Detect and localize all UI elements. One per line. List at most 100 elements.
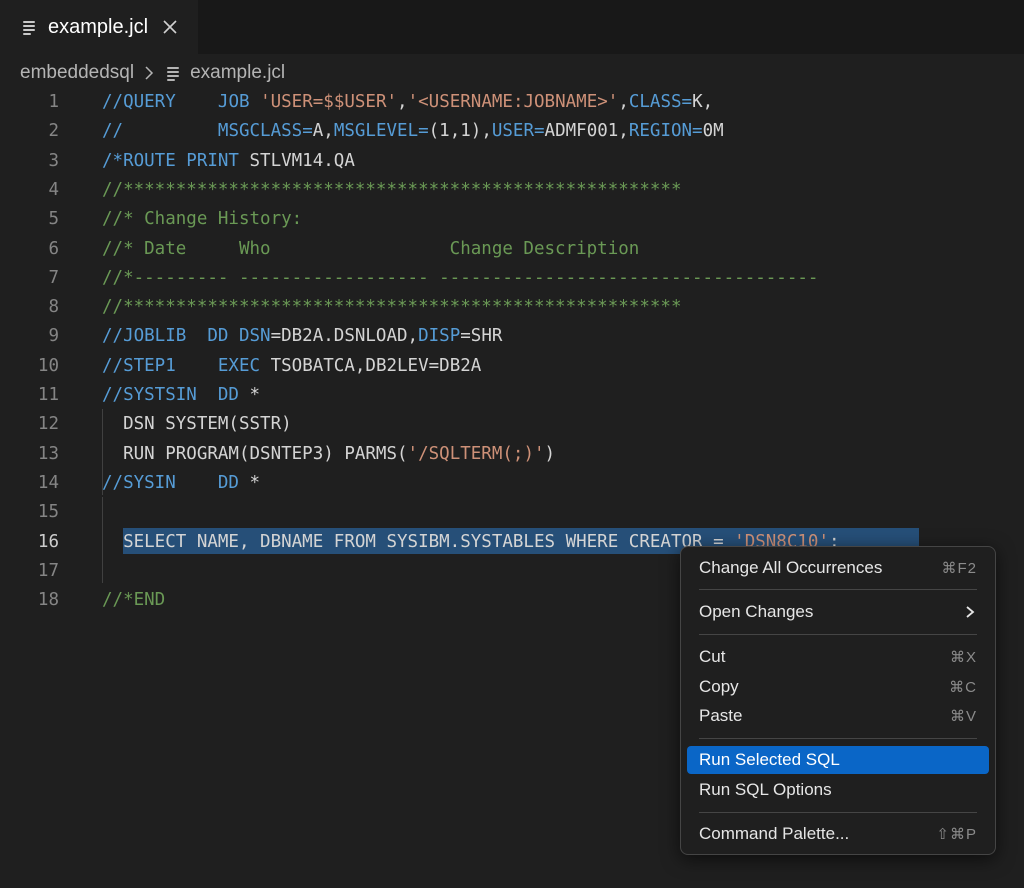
line-number: 5 [48,209,59,230]
menu-item-label: Run Selected SQL [699,750,840,769]
code-line[interactable]: 5 //* Change History: [0,205,1024,234]
code-token: K, [692,92,714,112]
code-token: SELECT NAME, DBNAME FROM SYSIBM.SYSTABLE… [102,531,735,552]
code-token: RUN PROGRAM(DSNTEP3) PARMS( [102,443,408,464]
code-token: ) [544,443,556,464]
code-line[interactable]: 9 //JOBLIB DD DSN=DB2A.DSNLOAD,DISP=SHR [0,322,1024,351]
line-number: 17 [37,560,59,581]
code-token: MSGCLASS= [217,121,313,142]
code-token: ADMF001, [544,121,629,142]
code-token: , [618,92,629,112]
code-token: //SYSIN DD [102,472,239,493]
code-token: //**************************************… [102,179,682,200]
code-text: // MSGCLASS=A,MSGLEVEL=(1,1),USER=ADMF00… [102,117,724,146]
menu-separator [699,589,977,590]
shortcut-label: ⌘V [949,708,977,725]
code-token: MSGLEVEL= [333,121,429,142]
line-number: 15 [37,502,59,523]
shortcut-label: ⌘F2 [941,560,977,577]
code-text: //SYSIN DD * [102,469,260,498]
code-token: , [397,92,408,112]
menu-item-run-sql-options[interactable]: Run SQL Options [687,776,989,804]
menu-item-label: Paste [699,706,743,725]
code-token: REGION= [628,121,703,142]
code-text: //**************************************… [102,176,681,205]
code-token: =DB2A.DSNLOAD, [270,326,419,347]
code-line[interactable]: 8 //*************************************… [0,293,1024,322]
code-text: //JOBLIB DD DSN=DB2A.DSNLOAD,DISP=SHR [102,322,502,351]
code-token: //STEP1 EXEC [102,355,261,376]
code-token: TSOBATCA,DB2LEV=DB2A [260,355,482,376]
line-number: 7 [48,267,59,288]
code-line[interactable]: 11 //SYSTSIN DD * [0,381,1024,410]
code-token: 0M [702,121,724,142]
line-number: 10 [37,355,59,376]
code-text: //* Change History: [102,205,302,234]
code-line[interactable]: 15 [0,498,1024,527]
line-number: 8 [48,297,59,318]
code-token: (1,1), [428,121,492,142]
line-number: 11 [37,385,59,405]
menu-item-label: Run SQL Options [699,780,832,799]
code-token: CLASS= [628,92,693,112]
code-text: //*END [102,586,165,615]
menu-item-cut[interactable]: Cut ⌘X [687,643,989,671]
line-number: 3 [48,150,59,171]
menu-separator [699,738,977,739]
line-number: 4 [48,179,59,200]
code-line[interactable]: 4 //*************************************… [0,176,1024,205]
code-text: //*--------- ------------------ --------… [102,264,818,293]
code-line[interactable]: 1 //QUERY JOB 'USER=$$USER','<USERNAME:JO… [0,88,1024,117]
code-line[interactable]: 2 // MSGCLASS=A,MSGLEVEL=(1,1),USER=ADMF0… [0,117,1024,146]
menu-item-label: Open Changes [699,602,814,621]
code-line[interactable]: 6 //* Date Who Change Description [0,235,1024,264]
code-text: //**************************************… [102,293,681,322]
line-number: 9 [48,326,59,347]
code-line[interactable]: 14 //SYSIN DD * [0,469,1024,498]
shortcut-label: ⌘C [949,679,977,696]
code-token: 'USER=$$USER' [260,92,398,112]
code-line[interactable]: 13 RUN PROGRAM(DSNTEP3) PARMS('/SQLTERM(… [0,440,1024,469]
code-token: DISP [418,326,461,347]
line-number: 16 [37,531,59,552]
menu-item-change-all-occurrences[interactable]: Change All Occurrences ⌘F2 [687,554,989,582]
code-token: STLVM14.QA [238,150,355,171]
line-number: 2 [48,121,59,142]
menu-item-copy[interactable]: Copy ⌘C [687,673,989,701]
code-token: =SHR [460,326,503,347]
code-token: * [238,385,261,405]
code-line[interactable]: 3 /*ROUTE PRINT STLVM14.QA [0,147,1024,176]
menu-separator [699,634,977,635]
chevron-right-icon [966,606,975,618]
code-token: * [238,472,261,493]
menu-item-label: Change All Occurrences [699,558,883,577]
code-token: //*--------- ------------------ --------… [102,267,819,288]
code-text: //STEP1 EXEC TSOBATCA,DB2LEV=DB2A [102,352,481,381]
code-token: A, [312,121,334,142]
menu-item-run-selected-sql[interactable]: Run Selected SQL [687,746,989,774]
code-text: DSN SYSTEM(SSTR) [102,410,292,439]
code-token: //*END [102,590,166,611]
code-text: //SYSTSIN DD * [102,381,260,410]
line-number: 14 [37,472,59,493]
menu-item-label: Cut [699,647,726,666]
code-token: /*ROUTE PRINT [102,150,239,171]
menu-item-command-palette[interactable]: Command Palette... ⇧⌘P [687,820,989,848]
code-token: JOB [217,92,261,112]
code-text: RUN PROGRAM(DSNTEP3) PARMS('/SQLTERM(;)'… [102,440,555,469]
code-token: //**************************************… [102,297,682,318]
code-token: DSN SYSTEM(SSTR) [102,414,292,435]
code-token: // [102,121,124,142]
menu-item-open-changes[interactable]: Open Changes [687,598,989,626]
code-line[interactable]: 10 //STEP1 EXEC TSOBATCA,DB2LEV=DB2A [0,352,1024,381]
code-text: //QUERY JOB 'USER=$$USER','<USERNAME:JOB… [102,88,713,117]
line-number: 12 [37,414,59,435]
code-line[interactable]: 7 //*--------- ------------------ -------… [0,264,1024,293]
menu-item-paste[interactable]: Paste ⌘V [687,702,989,730]
code-token: //SYSTSIN DD [102,385,239,405]
code-line[interactable]: 12 DSN SYSTEM(SSTR) [0,410,1024,439]
code-token: //JOBLIB DD DSN [102,326,271,347]
code-text: //* Date Who Change Description [102,235,639,264]
code-token: //QUERY [102,92,176,112]
